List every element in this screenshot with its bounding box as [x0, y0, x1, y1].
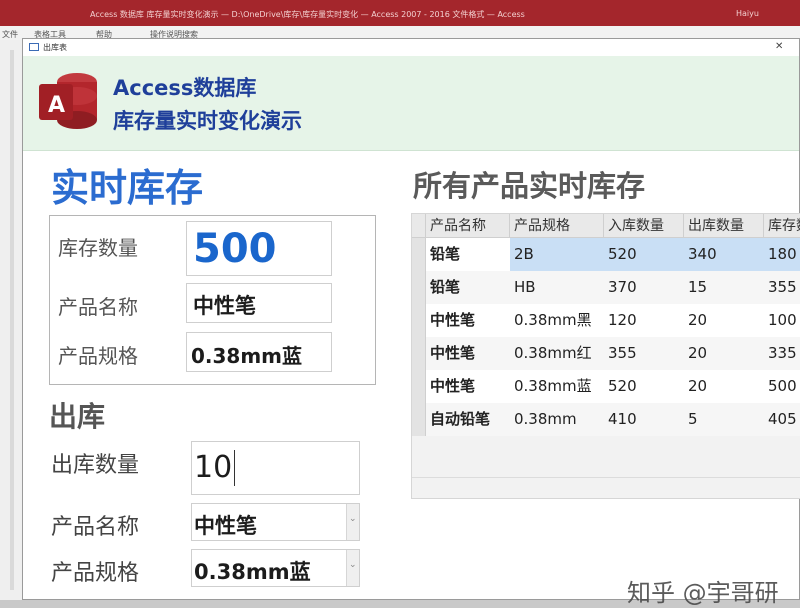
text-caret [234, 450, 235, 486]
table-cell[interactable]: 520 [604, 370, 684, 403]
stock-name-value: 中性笔 [193, 294, 256, 318]
table-cell[interactable]: 355 [604, 337, 684, 370]
table-cell[interactable]: 20 [684, 304, 764, 337]
table-cell[interactable]: HB [510, 271, 604, 304]
outbound-name-value: 中性笔 [194, 514, 257, 538]
window-title: Access 数据库 库存量实时变化演示 — D:\OneDrive\库存\库存… [90, 10, 525, 19]
user-name[interactable]: Haiyu [736, 9, 759, 18]
table-cell[interactable]: 中性笔 [426, 337, 510, 370]
table-cell[interactable]: 0.38mm [510, 403, 604, 436]
table-cell[interactable]: 500 [764, 370, 800, 403]
row-selector[interactable] [412, 403, 426, 436]
header-title: Access数据库 [113, 76, 257, 100]
table-cell[interactable]: 铅笔 [426, 271, 510, 304]
row-selector[interactable] [412, 304, 426, 337]
stock-name-field: 中性笔 [186, 283, 332, 323]
row-selector[interactable] [412, 271, 426, 304]
stock-spec-field: 0.38mm蓝 [186, 332, 332, 372]
table-row[interactable]: 中性笔 0.38mm黑 120 20 100 [412, 304, 800, 337]
form-tab-label[interactable]: 出库表 [43, 42, 67, 53]
table-cell[interactable]: 0.38mm红 [510, 337, 604, 370]
row-selector[interactable] [412, 337, 426, 370]
stock-qty-value: 500 [193, 226, 277, 272]
table-cell[interactable]: 410 [604, 403, 684, 436]
outbound-name-label: 产品名称 [51, 515, 140, 540]
outbound-spec-value: 0.38mm蓝 [194, 560, 311, 584]
stock-qty-field: 500 [186, 221, 332, 276]
table-row[interactable]: 中性笔 0.38mm蓝 520 20 500 [412, 370, 800, 403]
chevron-down-icon[interactable]: ⌄ [346, 504, 359, 540]
row-selector[interactable] [412, 370, 426, 403]
nav-scrollbar[interactable] [10, 50, 14, 590]
header-subtitle: 库存量实时变化演示 [113, 109, 302, 133]
outbound-qty-input[interactable]: 10 [191, 441, 360, 495]
chevron-down-icon[interactable]: ⌄ [346, 550, 359, 586]
table-cell[interactable]: 中性笔 [426, 304, 510, 337]
table-row[interactable]: 中性笔 0.38mm红 355 20 335 [412, 337, 800, 370]
stock-panel: 库存数量 500 产品名称 中性笔 产品规格 0.38mm蓝 [49, 215, 376, 385]
window-title-bar: Access 数据库 库存量实时变化演示 — D:\OneDrive\库存\库存… [0, 0, 800, 26]
column-header[interactable]: 产品名称 [426, 214, 510, 238]
stock-spec-label: 产品规格 [58, 344, 138, 368]
table-cell[interactable]: 340 [684, 238, 764, 271]
stock-name-label: 产品名称 [58, 295, 138, 319]
column-header[interactable]: 产品规格 [510, 214, 604, 238]
access-logo-icon: A [39, 73, 97, 129]
table-cell[interactable]: 100 [764, 304, 800, 337]
navigation-pane-gutter [0, 40, 23, 600]
table-cell[interactable]: 180 [764, 238, 800, 271]
row-selector[interactable] [412, 238, 426, 271]
table-cell[interactable]: 0.38mm蓝 [510, 370, 604, 403]
table-cell[interactable]: 335 [764, 337, 800, 370]
table-cell[interactable]: 2B [510, 238, 604, 271]
stock-section-title: 实时库存 [51, 166, 204, 210]
form-window: 出库表 ✕ A Access数据库 库存量实时变化演示 实时库存 库存数量 50… [22, 38, 800, 607]
watermark-text: 知乎 @宇哥研 [627, 579, 779, 607]
outbound-name-combobox[interactable]: 中性笔 ⌄ [191, 503, 360, 541]
stock-qty-label: 库存数量 [58, 236, 138, 260]
new-record-row[interactable] [412, 477, 800, 498]
products-datasheet: 产品名称 产品规格 入库数量 出库数量 库存数量 铅笔 2B 520 340 1… [411, 213, 800, 499]
ribbon-tab-file[interactable]: 文件 [2, 29, 18, 40]
table-cell[interactable]: 5 [684, 403, 764, 436]
column-header[interactable]: 入库数量 [604, 214, 684, 238]
table-cell[interactable]: 405 [764, 403, 800, 436]
form-header: A Access数据库 库存量实时变化演示 [23, 56, 799, 151]
table-row[interactable]: 铅笔 HB 370 15 355 [412, 271, 800, 304]
table-cell[interactable]: 520 [604, 238, 684, 271]
stock-spec-value: 0.38mm蓝 [191, 344, 303, 368]
svg-text:A: A [48, 93, 65, 118]
all-products-title: 所有产品实时库存 [413, 169, 646, 203]
table-cell[interactable]: 中性笔 [426, 370, 510, 403]
column-header[interactable]: 库存数量 [764, 214, 800, 238]
close-icon[interactable]: ✕ [775, 41, 783, 52]
table-cell[interactable]: 自动铅笔 [426, 403, 510, 436]
outbound-spec-label: 产品规格 [51, 561, 140, 586]
table-cell[interactable]: 0.38mm黑 [510, 304, 604, 337]
form-tab-bar: 出库表 ✕ [23, 39, 799, 57]
column-header[interactable]: 出库数量 [684, 214, 764, 238]
table-row[interactable]: 铅笔 2B 520 340 180 [412, 238, 800, 271]
table-cell[interactable]: 370 [604, 271, 684, 304]
table-cell[interactable]: 铅笔 [426, 238, 510, 271]
table-cell[interactable]: 120 [604, 304, 684, 337]
table-cell[interactable]: 20 [684, 337, 764, 370]
outbound-qty-value: 10 [194, 450, 233, 485]
select-all-box[interactable] [412, 214, 426, 237]
table-cell[interactable]: 20 [684, 370, 764, 403]
table-cell[interactable]: 355 [764, 271, 800, 304]
table-header-row: 产品名称 产品规格 入库数量 出库数量 库存数量 [412, 214, 800, 238]
table-row[interactable]: 自动铅笔 0.38mm 410 5 405 [412, 403, 800, 436]
table-cell[interactable]: 15 [684, 271, 764, 304]
outbound-section-title: 出库 [49, 400, 106, 433]
outbound-qty-label: 出库数量 [51, 453, 140, 478]
form-icon [29, 43, 39, 51]
outbound-spec-combobox[interactable]: 0.38mm蓝 ⌄ [191, 549, 360, 587]
